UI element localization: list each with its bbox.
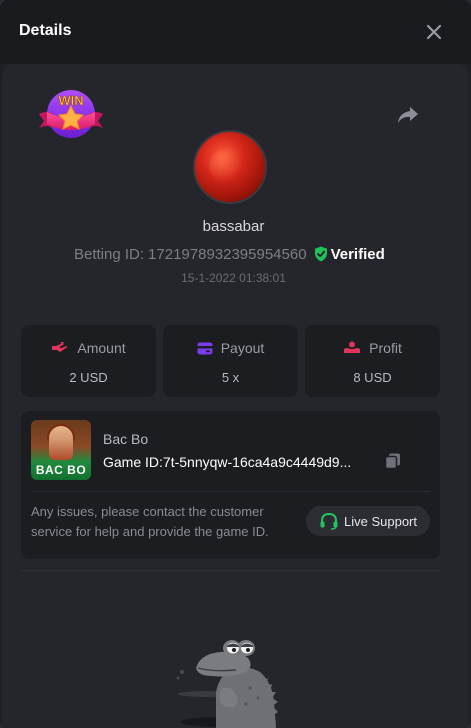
stat-card-profit: Profit 8 USD xyxy=(305,325,440,397)
copy-icon[interactable] xyxy=(384,452,402,470)
stat-value-amount: 2 USD xyxy=(69,370,108,385)
stat-head-profit: Profit xyxy=(305,340,440,356)
profit-icon xyxy=(344,341,361,353)
support-help-text: Any issues, please contact the customer … xyxy=(31,504,269,539)
game-id-label: Game ID: xyxy=(103,454,163,470)
game-id-row: Game ID:7t-5nnyqw-16ca4a9c4449d9... xyxy=(103,454,351,470)
stat-card-payout: Payout 5 x xyxy=(163,325,298,397)
stat-head-amount: Amount xyxy=(21,340,156,356)
game-card: BAC BO Bac Bo Game ID:7t-5nnyqw-16ca4a9c… xyxy=(21,411,440,559)
username: bassabar xyxy=(202,218,265,235)
game-thumbnail[interactable]: BAC BO xyxy=(31,420,91,480)
details-modal: Details WIN bassabar Betting ID: 1721978… xyxy=(0,0,471,728)
stat-head-payout: Payout xyxy=(163,340,298,356)
amount-icon xyxy=(52,342,68,352)
betting-id-label: Betting ID: xyxy=(74,245,145,263)
section-divider xyxy=(21,570,440,571)
stat-value-profit: 8 USD xyxy=(353,370,392,385)
crocodile-mascot-icon xyxy=(176,640,278,728)
wallet-icon xyxy=(197,342,213,354)
game-id-value: 7t-5nnyqw-16ca4a9c4449d9... xyxy=(162,454,352,470)
stat-label-profit: Profit xyxy=(369,340,402,356)
win-badge-text: WIN xyxy=(58,93,83,108)
share-icon[interactable] xyxy=(396,104,420,126)
modal-header: Details xyxy=(0,0,471,64)
shield-check-icon xyxy=(314,246,327,262)
live-support-label: Live Support xyxy=(344,513,417,529)
win-badge-icon: WIN xyxy=(39,90,103,138)
betting-id-row: Betting ID: 1721978932395954560 Verified xyxy=(74,244,385,264)
betting-id-value: 1721978932395954560 xyxy=(148,245,307,263)
headset-icon xyxy=(320,512,338,530)
game-name: Bac Bo xyxy=(103,431,149,447)
verified-label: Verified xyxy=(330,245,385,263)
modal-title: Details xyxy=(19,22,72,39)
stat-label-amount: Amount xyxy=(77,340,126,356)
bet-datetime: 15-1-2022 01:38:01 xyxy=(181,271,286,285)
game-card-divider xyxy=(31,491,430,492)
live-support-button[interactable]: Live Support xyxy=(306,506,430,536)
close-icon[interactable] xyxy=(424,22,444,42)
stat-value-payout: 5 x xyxy=(221,370,240,385)
stat-card-amount: Amount 2 USD xyxy=(21,325,156,397)
game-thumb-label: BAC BO xyxy=(35,463,87,477)
avatar xyxy=(193,130,267,204)
stat-label-payout: Payout xyxy=(220,340,265,356)
thumb-dealer xyxy=(49,426,73,460)
